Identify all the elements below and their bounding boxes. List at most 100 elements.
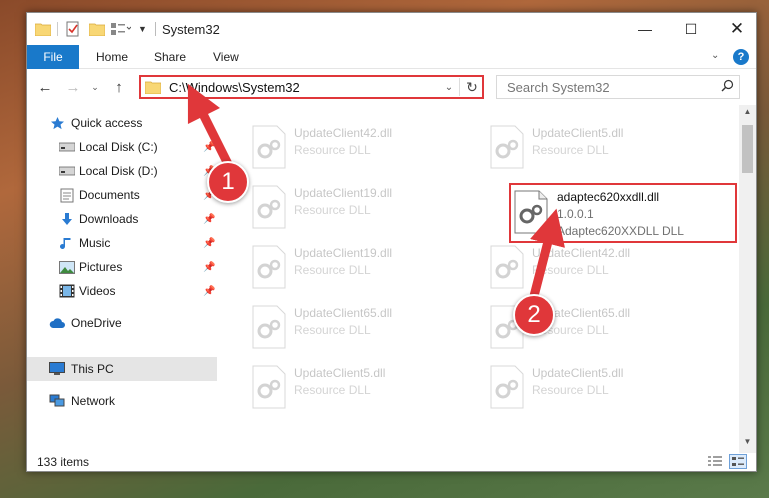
file-description: Resource DLL	[532, 263, 609, 277]
help-icon[interactable]: ?	[733, 49, 749, 65]
tab-view[interactable]: View	[213, 45, 239, 69]
file-tile[interactable]: UpdateClient42.dll Resource DLL	[483, 239, 703, 295]
dll-file-icon	[489, 365, 525, 409]
window-title: System32	[162, 22, 220, 37]
network-icon	[49, 393, 65, 409]
sidebar-item-music[interactable]: Music 📌	[27, 231, 217, 255]
file-description: Resource DLL	[294, 383, 371, 397]
sidebar-item-label: Music	[79, 236, 111, 250]
pictures-icon	[59, 259, 75, 275]
address-dropdown-icon[interactable]: ⌄	[441, 82, 457, 93]
sidebar-item-videos[interactable]: Videos 📌	[27, 279, 217, 303]
sidebar-item-label: Network	[71, 394, 116, 408]
file-list: UpdateClient42.dll Resource DLL UpdateCl…	[245, 105, 739, 443]
file-name: UpdateClient5.dll	[294, 366, 386, 380]
title-bar: ▼ System32 — ☐ ✕	[27, 13, 756, 45]
title-divider	[155, 22, 156, 36]
search-box[interactable]: Search System32	[496, 75, 740, 99]
file-version: 1.0.0.1	[557, 207, 594, 221]
download-icon	[59, 211, 75, 227]
ribbon-tabs: File Home Share View ⌄ ?	[27, 45, 756, 69]
sidebar-item-onedrive[interactable]: OneDrive	[27, 311, 217, 335]
search-icon[interactable]	[715, 79, 739, 95]
sidebar-item-local-disk-d[interactable]: Local Disk (D:) 📌	[27, 159, 217, 183]
sidebar-item-this-pc[interactable]: This PC	[27, 357, 217, 381]
sidebar-item-local-disk-c[interactable]: Local Disk (C:) 📌	[27, 135, 217, 159]
dll-file-icon	[251, 305, 287, 349]
minimize-button[interactable]: —	[622, 13, 668, 45]
sidebar-item-label: Documents	[79, 188, 140, 202]
navigation-pane: Quick access Local Disk (C:) 📌 Local Dis…	[27, 111, 217, 451]
sidebar-item-network[interactable]: Network	[27, 389, 217, 413]
file-name: UpdateClient42.dll	[294, 126, 393, 140]
music-icon	[59, 235, 75, 251]
sidebar-item-pictures[interactable]: Pictures 📌	[27, 255, 217, 279]
search-input[interactable]: Search System32	[507, 80, 715, 95]
drive-icon	[59, 163, 75, 179]
drive-icon	[59, 139, 75, 155]
customize-view-icon[interactable]	[111, 21, 133, 37]
expand-ribbon-chevron-icon[interactable]: ⌄	[711, 50, 719, 61]
file-name: UpdateClient42.dll	[532, 246, 631, 260]
file-name: UpdateClient65.dll	[294, 306, 393, 320]
file-tile[interactable]: UpdateClient5.dll Resource DLL	[483, 119, 703, 175]
address-bar[interactable]: C:\Windows\System32 ⌄ ↻	[139, 75, 484, 99]
details-view-icon[interactable]	[707, 455, 723, 468]
file-tile[interactable]: UpdateClient65.dll Resource DLL	[245, 299, 465, 355]
tab-file[interactable]: File	[27, 45, 79, 69]
dll-file-icon	[489, 125, 525, 169]
scroll-down-icon[interactable]: ▼	[739, 437, 756, 451]
file-tile-adaptec620xxdll[interactable]: adaptec620xxdll.dll 1.0.0.1 Adaptec620XX…	[509, 183, 737, 243]
status-bar: 133 items	[27, 451, 756, 471]
cloud-icon	[49, 315, 65, 331]
tab-share[interactable]: Share	[154, 45, 186, 69]
file-tile[interactable]: UpdateClient5.dll Resource DLL	[483, 359, 703, 415]
pin-icon[interactable]: 📌	[203, 262, 215, 273]
tab-home[interactable]: Home	[96, 45, 128, 69]
pin-icon[interactable]: 📌	[203, 142, 215, 153]
file-name: adaptec620xxdll.dll	[557, 190, 660, 204]
sidebar-item-quick-access[interactable]: Quick access	[27, 111, 217, 135]
refresh-icon[interactable]: ↻	[462, 79, 482, 96]
quick-access-dropdown-icon[interactable]: ▼	[138, 21, 148, 37]
file-tile[interactable]: UpdateClient5.dll Resource DLL	[245, 359, 465, 415]
videos-icon	[59, 283, 75, 299]
dll-file-icon	[251, 185, 287, 229]
address-path[interactable]: C:\Windows\System32	[169, 80, 441, 95]
file-name: UpdateClient19.dll	[294, 246, 393, 260]
properties-icon[interactable]	[65, 21, 81, 37]
file-description: Resource DLL	[532, 383, 609, 397]
folder-icon[interactable]	[35, 21, 51, 37]
pin-icon[interactable]: 📌	[203, 286, 215, 297]
file-name: UpdateClient5.dll	[532, 126, 624, 140]
address-divider	[459, 78, 460, 96]
back-arrow-icon[interactable]: ←	[35, 78, 55, 96]
file-tile[interactable]: UpdateClient19.dll Resource DLL	[245, 179, 465, 235]
scroll-thumb[interactable]	[742, 125, 753, 173]
file-name: UpdateClient19.dll	[294, 186, 393, 200]
new-folder-icon[interactable]	[89, 21, 105, 37]
file-tile[interactable]: UpdateClient19.dll Resource DLL	[245, 239, 465, 295]
file-description: Resource DLL	[294, 143, 371, 157]
file-description: Resource DLL	[294, 263, 371, 277]
file-explorer-window: ▼ System32 — ☐ ✕ File Home Share View ⌄ …	[26, 12, 757, 472]
forward-arrow-icon[interactable]: →	[63, 78, 83, 96]
file-description: Resource DLL	[294, 323, 371, 337]
vertical-scrollbar[interactable]: ▲ ▼	[739, 105, 756, 453]
close-button[interactable]: ✕	[714, 13, 756, 45]
scroll-up-icon[interactable]: ▲	[739, 107, 756, 121]
sidebar-item-label: Local Disk (C:)	[79, 140, 158, 154]
sidebar-item-downloads[interactable]: Downloads 📌	[27, 207, 217, 231]
sidebar-item-label: OneDrive	[71, 316, 122, 330]
up-arrow-icon[interactable]: ↑	[109, 78, 129, 96]
file-description: Adaptec620XXDLL DLL	[557, 224, 684, 238]
tiles-view-icon[interactable]	[729, 454, 747, 469]
sidebar-item-documents[interactable]: Documents 📌	[27, 183, 217, 207]
toolbar-divider	[57, 22, 58, 36]
navigation-bar: ← → ⌄ ↑ C:\Windows\System32 ⌄ ↻ Search S…	[27, 70, 756, 104]
recent-locations-chevron-icon[interactable]: ⌄	[89, 78, 101, 96]
pin-icon[interactable]: 📌	[203, 238, 215, 249]
file-tile[interactable]: UpdateClient42.dll Resource DLL	[245, 119, 465, 175]
pin-icon[interactable]: 📌	[203, 214, 215, 225]
maximize-button[interactable]: ☐	[668, 13, 714, 45]
